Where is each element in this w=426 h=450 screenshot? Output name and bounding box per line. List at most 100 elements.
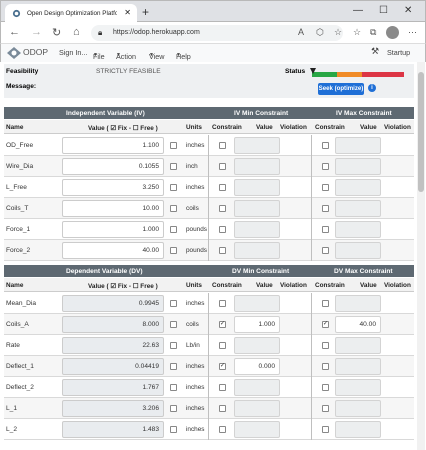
- max-constraint-value[interactable]: [335, 242, 381, 259]
- fix-checkbox[interactable]: [170, 142, 177, 149]
- max-constraint-checkbox[interactable]: [322, 363, 329, 370]
- max-constraint-checkbox[interactable]: [322, 184, 329, 191]
- status-label: Status: [285, 68, 306, 75]
- collections-icon[interactable]: ⧉: [370, 27, 376, 38]
- seek-button[interactable]: Seek (optimize): [318, 83, 364, 95]
- max-constraint-checkbox[interactable]: [322, 342, 329, 349]
- maximize-icon[interactable]: ☐: [379, 5, 388, 16]
- min-constraint-checkbox[interactable]: [219, 426, 226, 433]
- min-constraint-checkbox[interactable]: [219, 247, 226, 254]
- min-constraint-value[interactable]: [234, 158, 280, 175]
- url-bar[interactable]: 🔒︎ https://odop.herokuapp.com: [91, 25, 343, 41]
- fix-checkbox[interactable]: [170, 205, 177, 212]
- browser-tab[interactable]: Open Design Optimization Platfo ✕: [5, 4, 137, 23]
- max-constraint-checkbox[interactable]: [322, 163, 329, 170]
- variable-value-input[interactable]: 3.250: [62, 179, 164, 196]
- fix-checkbox[interactable]: [170, 426, 177, 433]
- min-constraint-checkbox[interactable]: [219, 205, 226, 212]
- variable-value-input[interactable]: 0.1055: [62, 158, 164, 175]
- min-constraint-checkbox[interactable]: [219, 300, 226, 307]
- min-constraint-value[interactable]: [234, 295, 280, 312]
- max-constraint-value[interactable]: [335, 137, 381, 154]
- min-constraint-value[interactable]: [234, 400, 280, 417]
- fix-checkbox[interactable]: [170, 321, 177, 328]
- read-aloud-icon[interactable]: A: [298, 27, 304, 37]
- max-constraint-checkbox[interactable]: [322, 426, 329, 433]
- favorites-bar-icon[interactable]: ☆: [353, 27, 361, 38]
- fix-checkbox[interactable]: [170, 384, 177, 391]
- max-constraint-value[interactable]: [335, 200, 381, 217]
- min-constraint-checkbox[interactable]: [219, 405, 226, 412]
- variable-value-input[interactable]: 1.100: [62, 137, 164, 154]
- fix-checkbox[interactable]: [170, 300, 177, 307]
- min-constraint-value[interactable]: [234, 200, 280, 217]
- max-constraint-value[interactable]: [335, 421, 381, 438]
- max-constraint-value[interactable]: [335, 158, 381, 175]
- min-constraint-checkbox[interactable]: [219, 142, 226, 149]
- min-constraint-value[interactable]: [234, 137, 280, 154]
- more-options-icon[interactable]: ⋯: [408, 27, 417, 38]
- max-constraint-value[interactable]: [335, 337, 381, 354]
- fix-checkbox[interactable]: [170, 163, 177, 170]
- max-constraint-value[interactable]: [335, 400, 381, 417]
- max-constraint-value[interactable]: [335, 358, 381, 375]
- fix-checkbox[interactable]: [170, 342, 177, 349]
- min-constraint-checkbox[interactable]: ✓: [219, 363, 226, 370]
- max-constraint-value[interactable]: [335, 295, 381, 312]
- info-icon[interactable]: i: [368, 84, 376, 92]
- min-constraint-checkbox[interactable]: [219, 342, 226, 349]
- max-constraint-checkbox[interactable]: [322, 205, 329, 212]
- min-constraint-value[interactable]: [234, 337, 280, 354]
- min-constraint-value[interactable]: [234, 242, 280, 259]
- fix-checkbox[interactable]: [170, 226, 177, 233]
- forward-icon[interactable]: →: [31, 26, 42, 38]
- fix-checkbox[interactable]: [170, 184, 177, 191]
- startup-button[interactable]: Startup: [387, 48, 410, 57]
- max-constraint-checkbox[interactable]: [322, 405, 329, 412]
- variable-value-input[interactable]: 10.00: [62, 200, 164, 217]
- min-constraint-checkbox[interactable]: [219, 184, 226, 191]
- fix-checkbox[interactable]: [170, 363, 177, 370]
- variable-units: inches: [186, 300, 205, 307]
- reload-icon[interactable]: ↻: [52, 26, 61, 39]
- new-tab-icon[interactable]: +: [142, 5, 149, 19]
- max-constraint-checkbox[interactable]: [322, 384, 329, 391]
- max-constraint-value[interactable]: [335, 221, 381, 238]
- variable-units: inches: [186, 363, 205, 370]
- app-logo[interactable]: ODOP: [23, 47, 48, 57]
- max-constraint-value[interactable]: 40.00: [335, 316, 381, 333]
- profile-avatar-icon[interactable]: [386, 26, 399, 39]
- back-icon[interactable]: ←: [9, 26, 20, 38]
- fix-checkbox[interactable]: [170, 247, 177, 254]
- min-constraint-value[interactable]: [234, 421, 280, 438]
- min-constraint-value[interactable]: [234, 379, 280, 396]
- max-constraint-checkbox[interactable]: [322, 142, 329, 149]
- max-constraint-checkbox[interactable]: [322, 247, 329, 254]
- menu-signin[interactable]: Sign In...: [59, 48, 87, 57]
- min-constraint-value[interactable]: [234, 179, 280, 196]
- close-tab-icon[interactable]: ✕: [124, 8, 131, 17]
- variable-value-input[interactable]: 40.00: [62, 242, 164, 259]
- scrollbar-thumb[interactable]: [418, 72, 424, 192]
- min-constraint-checkbox[interactable]: [219, 163, 226, 170]
- max-constraint-value[interactable]: [335, 179, 381, 196]
- max-constraint-checkbox[interactable]: ✓: [322, 321, 329, 328]
- min-constraint-value[interactable]: 1.000: [234, 316, 280, 333]
- extensions-icon[interactable]: ⬡: [316, 27, 324, 38]
- min-constraint-value[interactable]: 0.000: [234, 358, 280, 375]
- max-constraint-value[interactable]: [335, 379, 381, 396]
- min-constraint-checkbox[interactable]: ✓: [219, 321, 226, 328]
- variable-name: Force_2: [6, 247, 31, 254]
- max-constraint-checkbox[interactable]: [322, 226, 329, 233]
- variable-value-input[interactable]: 1.000: [62, 221, 164, 238]
- min-constraint-checkbox[interactable]: [219, 226, 226, 233]
- scrollbar[interactable]: [417, 62, 425, 450]
- max-constraint-checkbox[interactable]: [322, 300, 329, 307]
- close-window-icon[interactable]: ✕: [404, 5, 412, 16]
- min-constraint-value[interactable]: [234, 221, 280, 238]
- min-constraint-checkbox[interactable]: [219, 384, 226, 391]
- home-icon[interactable]: ⌂: [73, 26, 80, 38]
- favorite-icon[interactable]: ☆: [334, 27, 342, 38]
- fix-checkbox[interactable]: [170, 405, 177, 412]
- minimize-icon[interactable]: —: [353, 5, 363, 16]
